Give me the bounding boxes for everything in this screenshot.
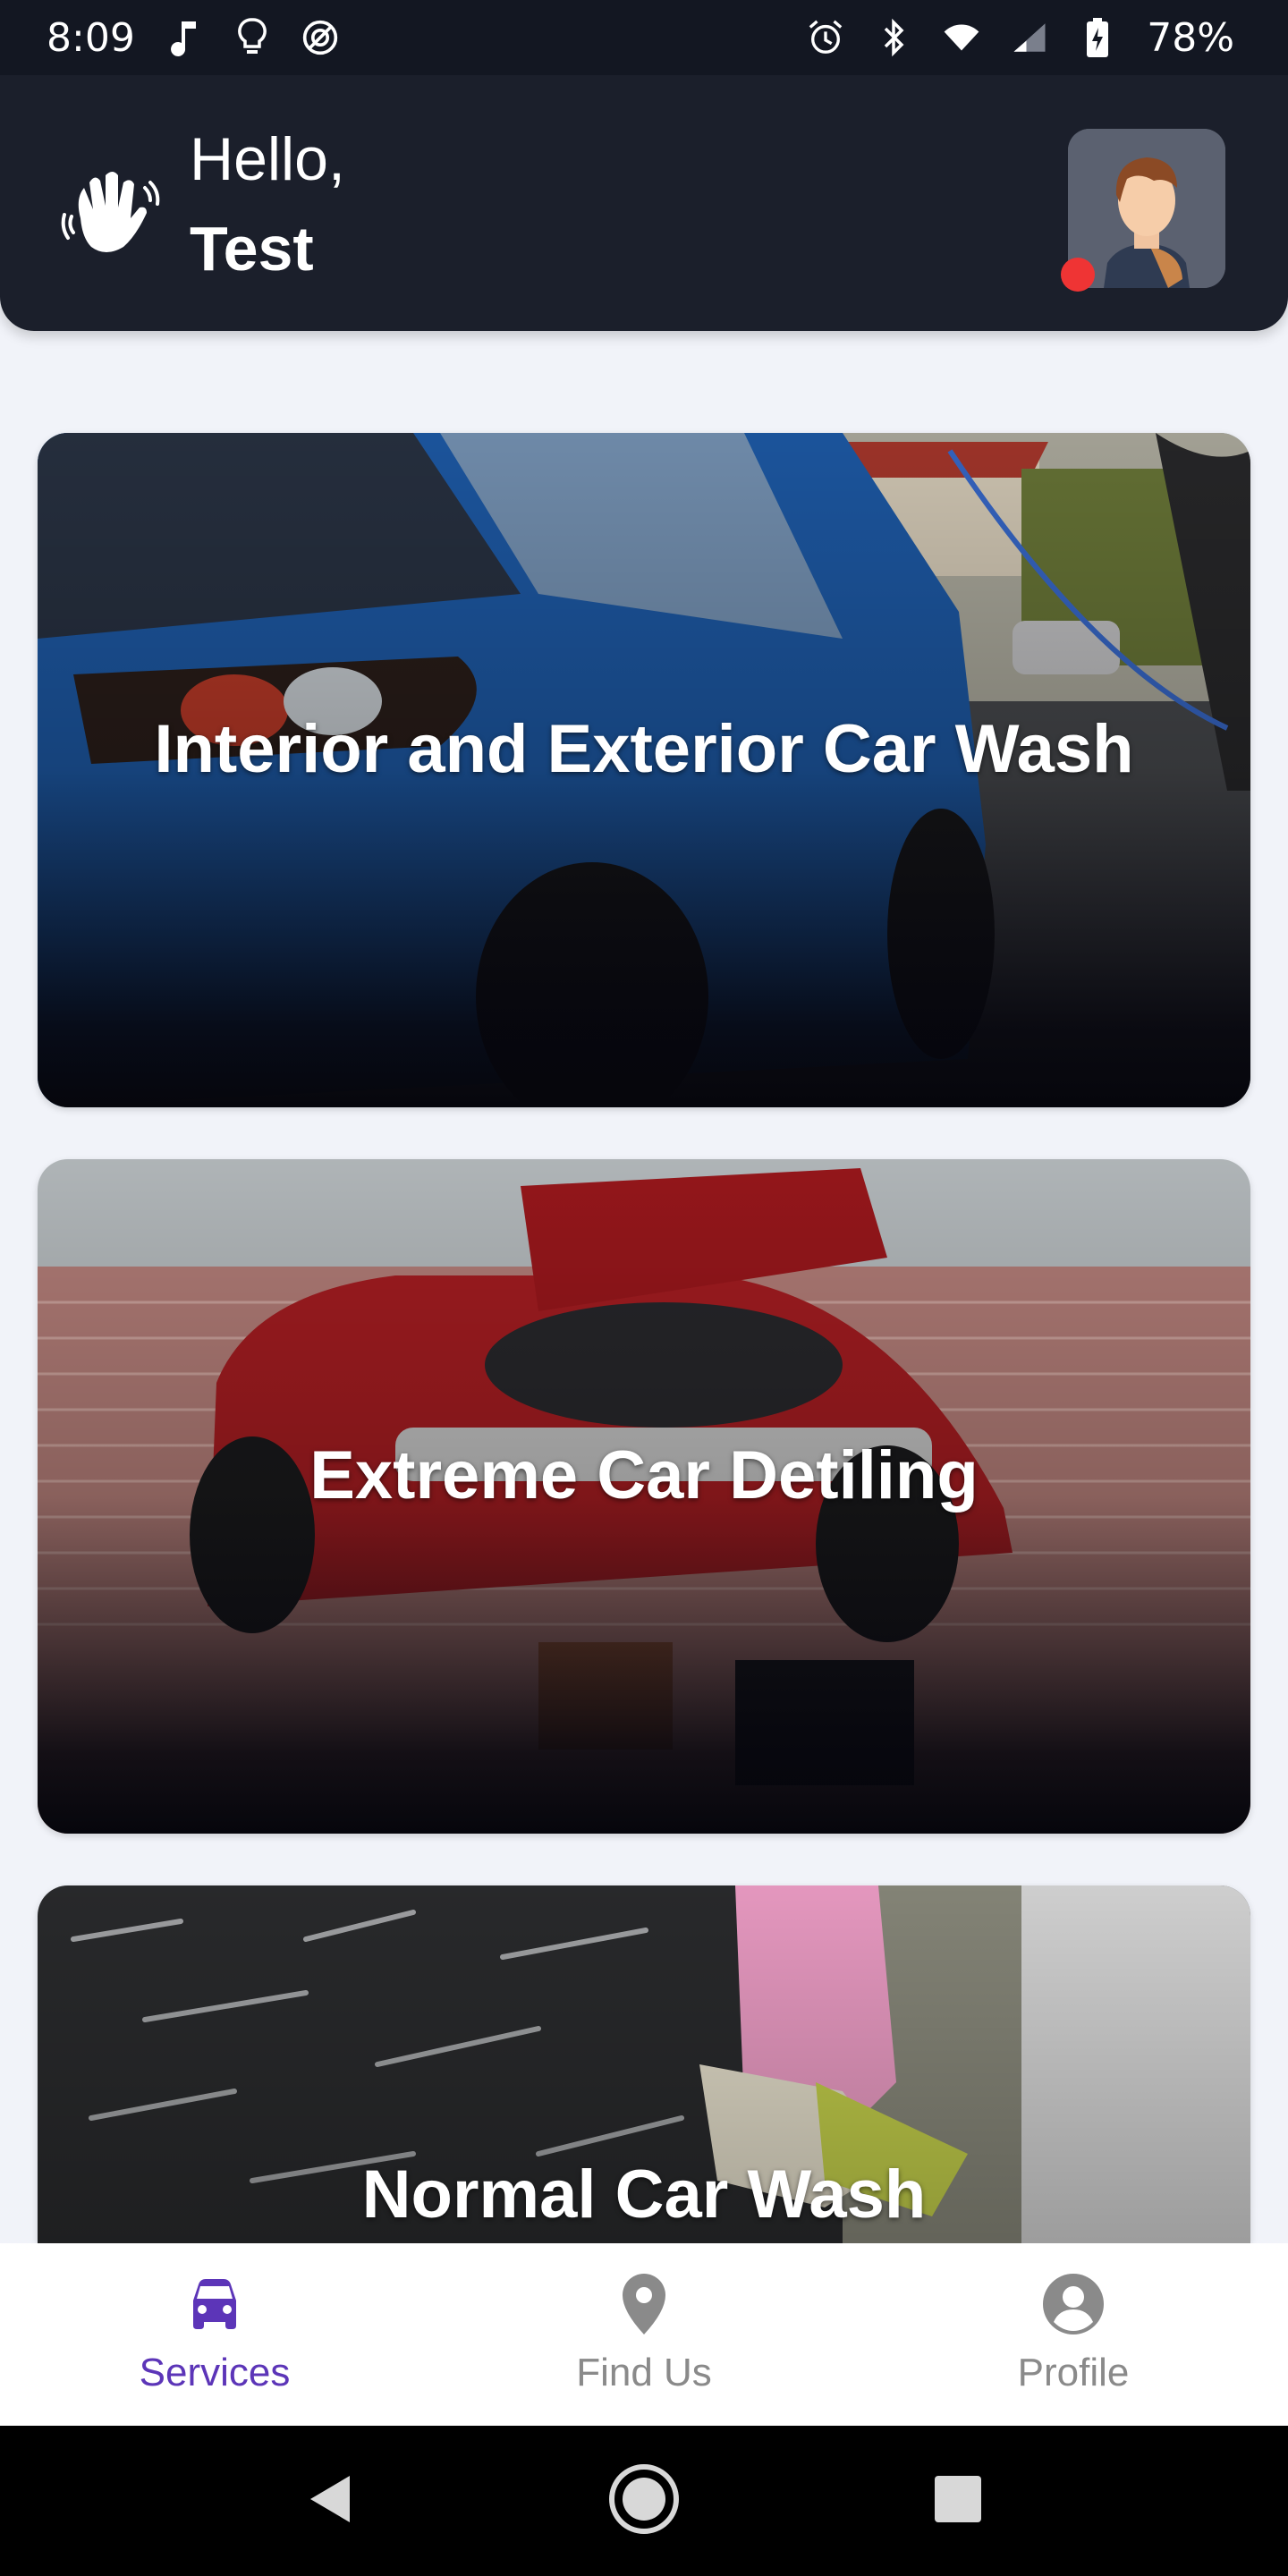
recents-icon[interactable]	[933, 2474, 983, 2529]
nav-profile[interactable]: Profile	[859, 2243, 1288, 2426]
service-card-interior-exterior[interactable]: Interior and Exterior Car Wash	[38, 433, 1250, 1107]
service-title: Interior and Exterior Car Wash	[154, 711, 1134, 787]
lightbulb-icon	[233, 18, 271, 56]
alarm-icon	[807, 19, 844, 56]
nav-label: Find Us	[576, 2351, 712, 2394]
car-icon	[181, 2270, 249, 2338]
nav-label: Profile	[1017, 2351, 1130, 2394]
bluetooth-icon	[875, 18, 912, 57]
at-sign-icon	[301, 19, 339, 56]
music-note-icon	[165, 19, 203, 56]
account-circle-icon	[1039, 2270, 1107, 2338]
system-navigation-bar	[0, 2426, 1288, 2576]
status-bar: 8:09 78%	[0, 0, 1288, 75]
service-title: Normal Car Wash	[361, 2157, 927, 2233]
back-icon[interactable]	[305, 2472, 355, 2530]
greeting-text: Hello,	[190, 125, 345, 193]
service-card-extreme-detailing[interactable]: Extreme Car Detiling	[38, 1159, 1250, 1834]
user-name: Test	[190, 214, 314, 284]
signal-icon	[1011, 19, 1048, 56]
waving-hand-icon	[61, 172, 160, 252]
wifi-icon	[943, 19, 980, 56]
nav-find-us[interactable]: Find Us	[429, 2243, 859, 2426]
service-card-normal-wash[interactable]: Normal Car Wash	[38, 1885, 1250, 2243]
home-icon[interactable]	[607, 2462, 681, 2540]
app-screen: 8:09 78% Hello, Test Interior and Exteri…	[0, 0, 1288, 2576]
status-time: 8:09	[47, 14, 135, 61]
bottom-navigation: Services Find Us Profile	[0, 2243, 1288, 2426]
nav-label: Services	[139, 2351, 291, 2394]
battery-percentage: 78%	[1147, 14, 1234, 61]
service-title: Extreme Car Detiling	[309, 1437, 979, 1513]
nav-services[interactable]: Services	[0, 2243, 429, 2426]
status-dot	[1061, 258, 1095, 292]
location-pin-icon	[610, 2270, 678, 2338]
app-header: Hello, Test	[0, 75, 1288, 331]
battery-icon	[1079, 18, 1116, 57]
